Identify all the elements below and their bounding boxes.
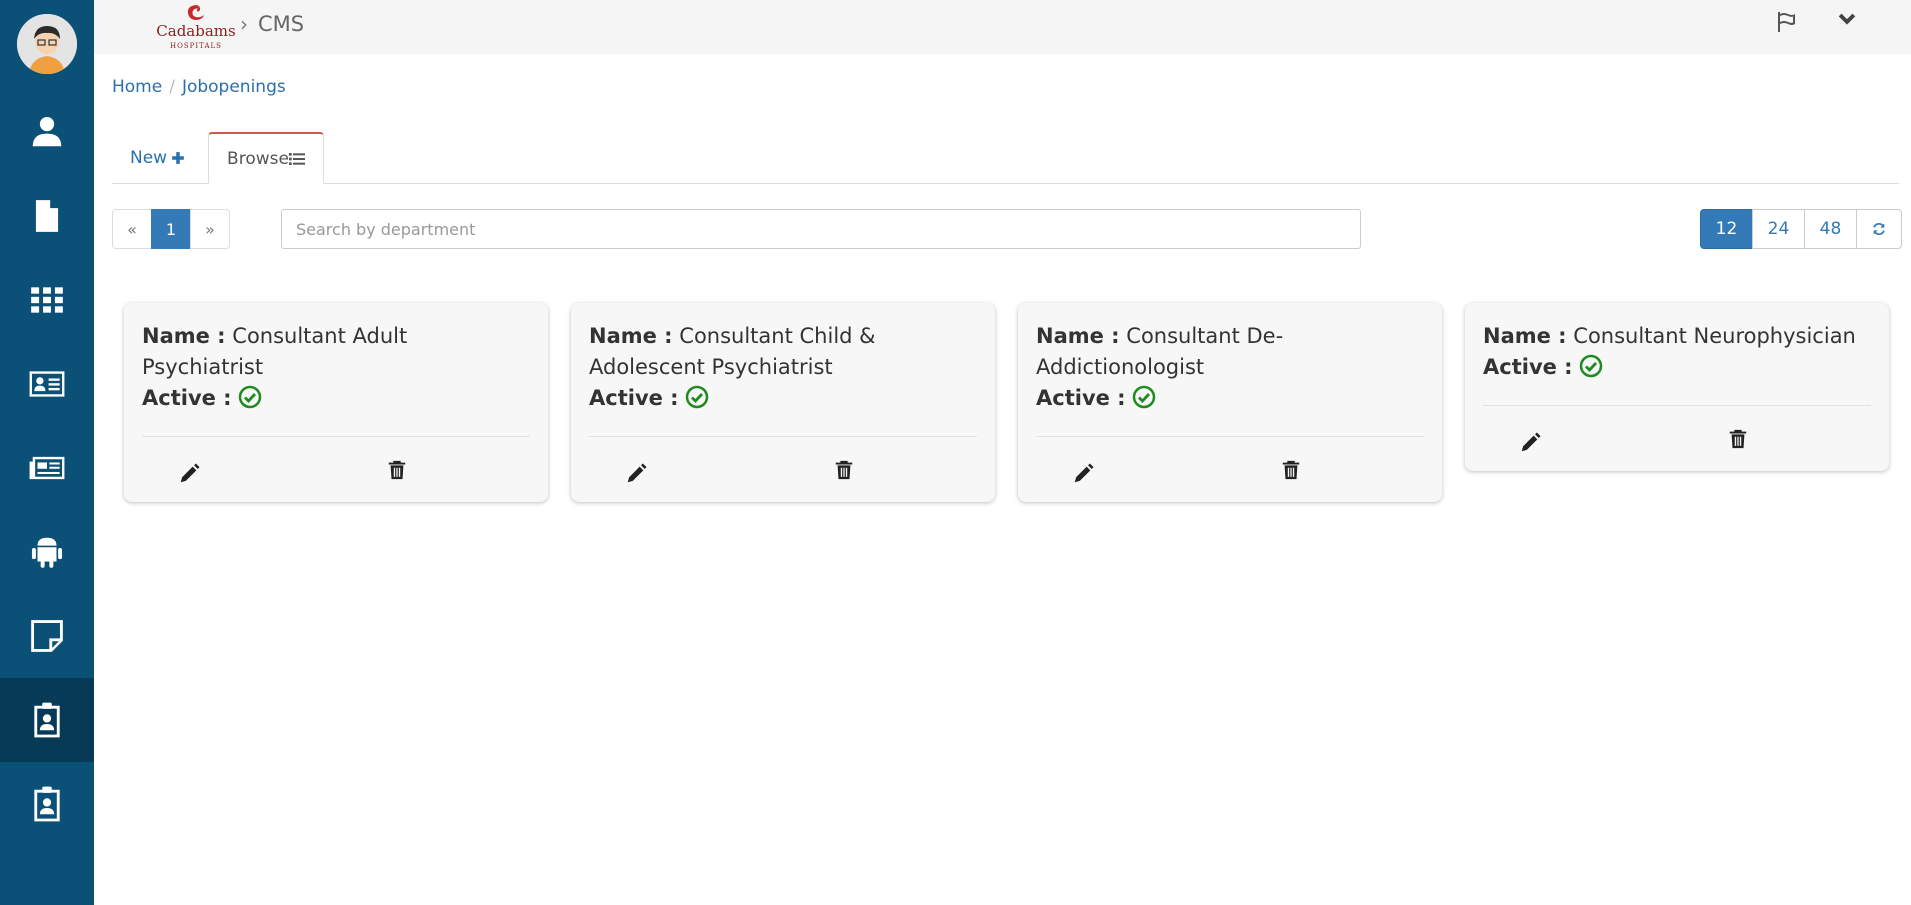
card-actions [589, 436, 977, 502]
tab-browse-label: Browse [227, 148, 289, 169]
sidebar-item-android[interactable] [0, 510, 94, 594]
breadcrumb-jobopenings[interactable]: Jobopenings [182, 77, 286, 97]
avatar[interactable] [17, 14, 77, 74]
check-circle-icon [1132, 385, 1155, 409]
job-name: Name : Consultant Adult Psychiatrist [142, 321, 530, 383]
app-title: CMS [258, 12, 305, 36]
card-actions [1036, 436, 1424, 502]
check-circle-icon [685, 385, 708, 409]
sticky-note-icon [31, 620, 63, 652]
trash-icon[interactable] [833, 459, 855, 481]
job-active: Active : [1036, 383, 1424, 414]
sidebar-item-id-badge-active[interactable] [0, 678, 94, 762]
page-size-48[interactable]: 48 [1804, 209, 1857, 249]
trash-icon[interactable] [1727, 428, 1749, 450]
refresh-icon [1873, 223, 1885, 235]
sidebar-item-note[interactable] [0, 594, 94, 678]
android-icon [31, 537, 63, 568]
pagination-next[interactable]: » [190, 209, 230, 249]
name-label: Name : [589, 324, 673, 348]
breadcrumb-home[interactable]: Home [112, 77, 162, 97]
id-badge-icon [34, 702, 60, 738]
pagination-prev[interactable]: « [112, 209, 152, 249]
user-icon [32, 116, 62, 147]
document-icon [35, 200, 59, 232]
sidebar-item-id-badge[interactable] [0, 762, 94, 846]
check-circle-icon [238, 385, 261, 409]
job-card: Name : Consultant Neurophysician Active … [1465, 303, 1889, 471]
trash-icon[interactable] [1280, 459, 1302, 481]
sidebar-item-news[interactable] [0, 426, 94, 510]
cadabams-logo[interactable]: Cadabams HOSPITALS [154, 2, 238, 52]
breadcrumb-separator: / [169, 77, 175, 97]
sidebar [0, 0, 94, 905]
card-actions [1483, 405, 1871, 471]
job-name-value: Consultant Neurophysician [1573, 324, 1856, 348]
active-label: Active : [1483, 355, 1573, 379]
edit-pencil-icon[interactable] [1072, 463, 1094, 485]
trash-icon[interactable] [386, 459, 408, 481]
chevron-down-icon[interactable] [1836, 10, 1858, 32]
title-separator: › [240, 12, 248, 36]
job-active: Active : [142, 383, 530, 414]
name-label: Name : [1483, 324, 1567, 348]
job-card: Name : Consultant Adult Psychiatrist Act… [124, 303, 548, 502]
search-input[interactable] [281, 209, 1361, 249]
edit-pencil-icon[interactable] [178, 463, 200, 485]
name-label: Name : [1036, 324, 1120, 348]
check-circle-icon [1579, 354, 1602, 378]
sidebar-item-grid[interactable] [0, 258, 94, 342]
page-size-group: 12 24 48 [1700, 209, 1902, 249]
flag-icon[interactable] [1774, 10, 1798, 34]
sidebar-item-user[interactable] [0, 90, 94, 174]
tab-browse[interactable]: Browse [208, 132, 324, 184]
svg-text:Cadabams: Cadabams [156, 22, 235, 40]
job-card: Name : Consultant De-Addictionologist Ac… [1018, 303, 1442, 502]
job-active: Active : [589, 383, 977, 414]
sidebar-item-document[interactable] [0, 174, 94, 258]
refresh-button[interactable] [1856, 209, 1902, 249]
active-label: Active : [142, 386, 232, 410]
job-active: Active : [1483, 352, 1871, 383]
tab-new-label: New [130, 148, 168, 168]
plus-icon [172, 152, 184, 164]
edit-pencil-icon[interactable] [1519, 432, 1541, 454]
grid-icon [31, 287, 63, 313]
contact-card-icon [29, 371, 65, 397]
tab-bar: New Browse [112, 132, 1899, 184]
top-bar: Cadabams HOSPITALS › CMS [94, 0, 1911, 54]
svg-text:HOSPITALS: HOSPITALS [170, 42, 222, 50]
name-label: Name : [142, 324, 226, 348]
edit-pencil-icon[interactable] [625, 463, 647, 485]
id-badge-icon [34, 786, 60, 822]
active-label: Active : [1036, 386, 1126, 410]
breadcrumb: Home / Jobopenings [112, 77, 286, 97]
tab-new[interactable]: New [112, 132, 203, 184]
job-name: Name : Consultant De-Addictionologist [1036, 321, 1424, 383]
active-label: Active : [589, 386, 679, 410]
pagination: « 1 » [112, 209, 230, 249]
pagination-page-1[interactable]: 1 [151, 209, 191, 249]
card-actions [142, 436, 530, 502]
sidebar-item-contact-card[interactable] [0, 342, 94, 426]
page-size-24[interactable]: 24 [1752, 209, 1805, 249]
job-name: Name : Consultant Child & Adolescent Psy… [589, 321, 977, 383]
list-icon [288, 152, 305, 165]
page-size-12[interactable]: 12 [1700, 209, 1753, 249]
avatar-container [0, 0, 94, 88]
job-name: Name : Consultant Neurophysician [1483, 321, 1871, 352]
job-card: Name : Consultant Child & Adolescent Psy… [571, 303, 995, 502]
newspaper-icon [29, 456, 65, 480]
